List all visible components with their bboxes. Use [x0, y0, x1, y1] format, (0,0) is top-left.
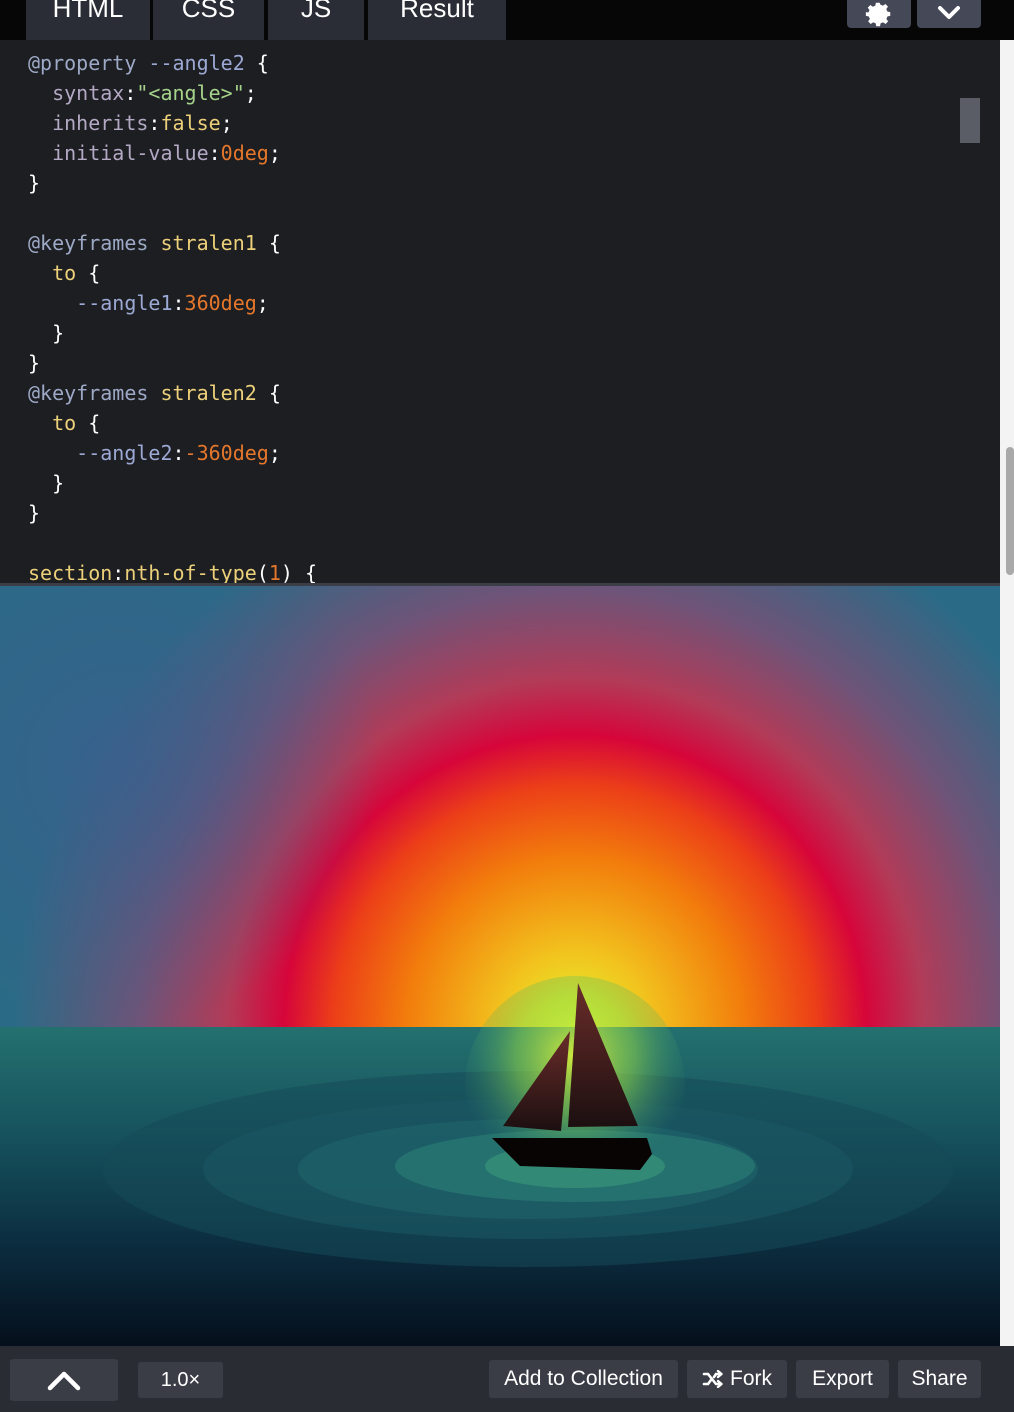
bottom-toolbar: 1.0× Add to Collection Fork Export Share: [0, 1346, 1014, 1412]
tab-result-label: Result: [400, 0, 474, 23]
code-line: @keyframes stralen2 {: [28, 381, 281, 405]
export-button[interactable]: Export: [796, 1360, 889, 1398]
code-line: section:nth-of-type(1) {: [28, 561, 318, 583]
zoom-level-button[interactable]: 1.0×: [138, 1362, 223, 1398]
export-label: Export: [812, 1367, 873, 1390]
code-line: inherits:false;: [28, 111, 233, 135]
code-line: syntax:"<angle>";: [28, 81, 257, 105]
collapse-console-button[interactable]: [10, 1359, 118, 1401]
fork-icon: [702, 1370, 723, 1388]
page-scrollbar-thumb[interactable]: [1006, 447, 1014, 575]
css-code-editor[interactable]: @property --angle2 { syntax:"<angle>"; i…: [0, 40, 1000, 583]
sky-haze: [0, 586, 1000, 1031]
tab-result[interactable]: Result: [368, 0, 506, 40]
code-line: --angle2:-360deg;: [28, 441, 281, 465]
tab-css-label: CSS: [181, 0, 236, 23]
codepen-editor: HTML CSS JS Result @property --angle2 { …: [0, 0, 1014, 1412]
zoom-level-label: 1.0×: [160, 1368, 201, 1391]
code-line: to {: [28, 411, 101, 435]
tab-css[interactable]: CSS: [153, 0, 264, 40]
result-preview[interactable]: [0, 586, 1000, 1346]
page-scrollbar-track[interactable]: [1000, 40, 1014, 1346]
chevron-down-icon: [938, 6, 960, 19]
editor-tab-bar: HTML CSS JS Result: [0, 0, 1014, 40]
code-line: to {: [28, 261, 101, 285]
code-line: }: [28, 351, 41, 375]
sunset-sailboat-illustration: [0, 586, 1000, 1346]
code-line: @property --angle2 {: [28, 51, 269, 75]
tab-js-label: JS: [300, 0, 332, 23]
code-block: @property --angle2 { syntax:"<angle>"; i…: [28, 48, 317, 583]
tab-js[interactable]: JS: [268, 0, 364, 40]
code-line: --angle1:360deg;: [28, 291, 269, 315]
settings-button[interactable]: [847, 0, 911, 28]
chevron-up-icon: [47, 1371, 81, 1391]
editor-scroll-thumb[interactable]: [960, 98, 980, 143]
share-label: Share: [911, 1367, 968, 1390]
code-line: }: [28, 171, 41, 195]
tab-html-label: HTML: [52, 0, 124, 23]
add-to-collection-button[interactable]: Add to Collection: [489, 1360, 678, 1398]
code-line: }: [28, 471, 65, 495]
fork-label: Fork: [730, 1367, 772, 1390]
gear-icon: [865, 2, 891, 27]
fork-button[interactable]: Fork: [687, 1360, 787, 1398]
code-line: }: [28, 321, 65, 345]
code-line: @keyframes stralen1 {: [28, 231, 281, 255]
code-line: initial-value:0deg;: [28, 141, 281, 165]
share-button[interactable]: Share: [898, 1360, 981, 1398]
add-to-collection-label: Add to Collection: [504, 1367, 663, 1390]
code-line: }: [28, 501, 41, 525]
tab-html[interactable]: HTML: [26, 0, 150, 40]
editor-menu-button[interactable]: [917, 0, 981, 28]
